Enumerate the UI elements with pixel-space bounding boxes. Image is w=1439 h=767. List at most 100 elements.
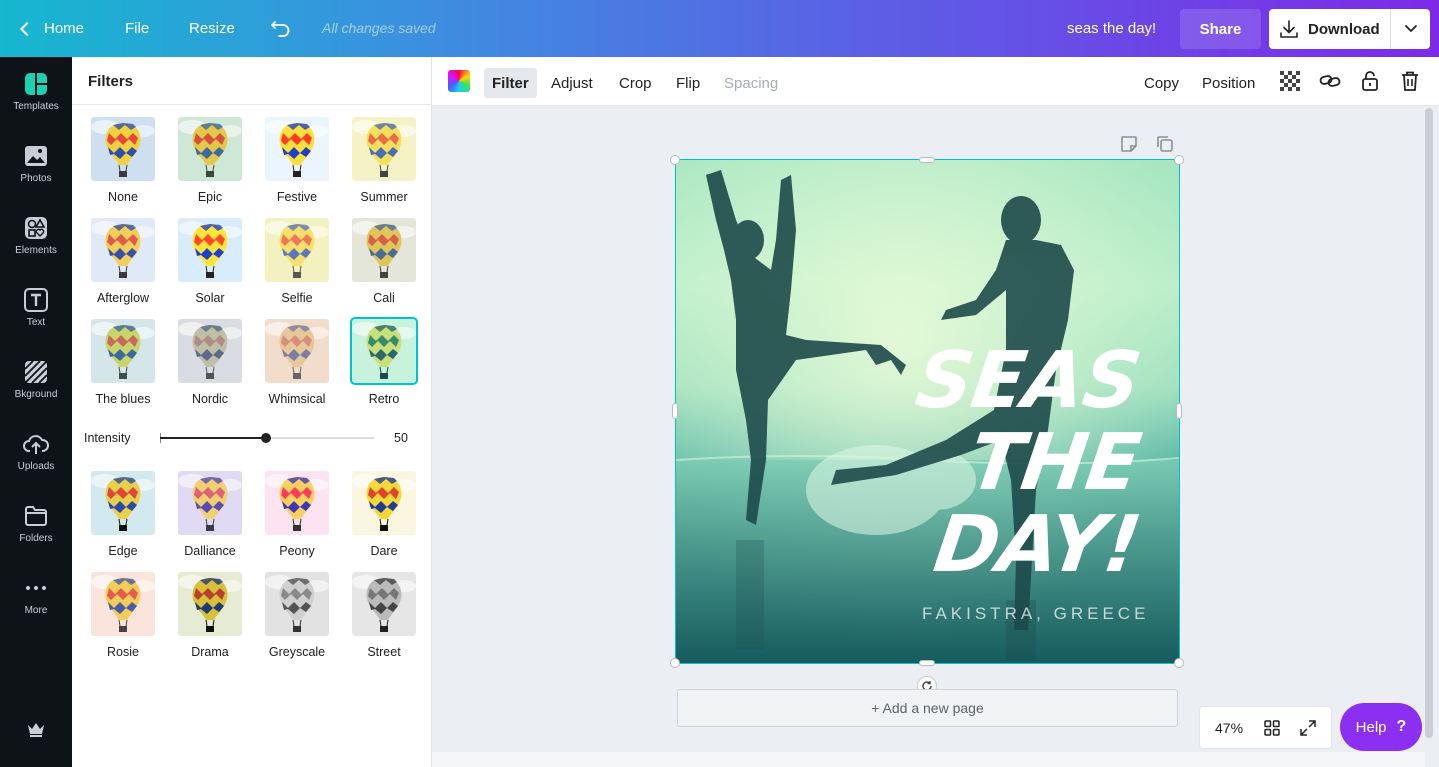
resize-handle-br[interactable]	[1174, 658, 1184, 668]
resize-handle-bottom[interactable]	[919, 660, 935, 666]
resize-handle-left[interactable]	[672, 403, 678, 419]
link-icon[interactable]	[1319, 70, 1341, 92]
lock-icon[interactable]	[1359, 70, 1381, 92]
filter-thumbnail[interactable]	[178, 117, 242, 181]
filter-option-edge[interactable]: Edge	[88, 471, 158, 558]
slider-knob[interactable]	[261, 433, 271, 443]
filter-thumbnail[interactable]	[91, 471, 155, 535]
filter-option-summer[interactable]: Summer	[349, 117, 419, 204]
filter-option-whimsical[interactable]: Whimsical	[262, 319, 332, 406]
resize-handle-tr[interactable]	[1174, 155, 1184, 165]
filter-option-nordic[interactable]: Nordic	[175, 319, 245, 406]
share-button[interactable]: Share	[1180, 9, 1261, 49]
copy-button[interactable]: Copy	[1136, 68, 1187, 98]
filter-thumbnail[interactable]	[178, 319, 242, 383]
crop-button[interactable]: Crop	[611, 68, 660, 98]
balloon-icon	[91, 120, 155, 177]
filter-label: Nordic	[191, 392, 229, 406]
filter-option-drama[interactable]: Drama	[175, 572, 245, 659]
rail-label-background: Bkground	[14, 389, 58, 400]
fullscreen-icon[interactable]	[1299, 719, 1317, 737]
vertical-scrollbar[interactable]	[1425, 108, 1433, 738]
filter-option-retro[interactable]: Retro	[349, 317, 419, 406]
help-button[interactable]: Help ?	[1340, 703, 1422, 751]
filter-option-the-blues[interactable]: The blues	[88, 319, 158, 406]
filter-thumbnail[interactable]	[91, 319, 155, 383]
filter-thumbnail[interactable]	[91, 218, 155, 282]
filter-thumbnail[interactable]	[352, 218, 416, 282]
resize-handle-tl[interactable]	[670, 155, 680, 165]
trash-icon[interactable]	[1399, 70, 1421, 92]
balloon-icon	[178, 221, 242, 278]
download-options-button[interactable]	[1391, 9, 1430, 49]
filter-option-festive[interactable]: Festive	[262, 117, 332, 204]
filter-thumbnail[interactable]	[265, 319, 329, 383]
crown-icon[interactable]	[26, 721, 46, 742]
filter-option-rosie[interactable]: Rosie	[88, 572, 158, 659]
rail-item-uploads[interactable]: Uploads	[0, 431, 72, 472]
horizontal-scrollbar-track	[432, 752, 1425, 767]
filter-option-solar[interactable]: Solar	[175, 218, 245, 305]
intensity-slider[interactable]	[160, 433, 374, 443]
flip-button[interactable]: Flip	[668, 68, 708, 98]
color-swatch-icon[interactable]	[448, 70, 470, 92]
filter-option-greyscale[interactable]: Greyscale	[262, 572, 332, 659]
grid-view-icon[interactable]	[1263, 719, 1281, 737]
filter-option-epic[interactable]: Epic	[175, 117, 245, 204]
balloon-icon	[265, 474, 329, 531]
filter-thumbnail[interactable]	[352, 572, 416, 636]
filter-thumbnail[interactable]	[265, 117, 329, 181]
filter-option-dare[interactable]: Dare	[349, 471, 419, 558]
add-page-button[interactable]: + Add a new page	[677, 689, 1178, 727]
page-note-icon[interactable]	[1119, 134, 1139, 154]
rail-item-text[interactable]: Text	[0, 287, 72, 328]
resize-handle-top[interactable]	[919, 157, 935, 163]
home-button[interactable]: Home	[19, 20, 84, 37]
adjust-button[interactable]: Adjust	[543, 68, 601, 98]
rail-item-more[interactable]: More	[0, 575, 72, 616]
duplicate-page-icon[interactable]	[1155, 134, 1175, 154]
filter-thumbnail[interactable]	[265, 218, 329, 282]
undo-icon[interactable]	[270, 18, 292, 38]
rail-item-elements[interactable]: Elements	[0, 215, 72, 256]
filter-thumbnail[interactable]	[178, 471, 242, 535]
filter-option-peony[interactable]: Peony	[262, 471, 332, 558]
filter-thumbnail[interactable]	[352, 471, 416, 535]
filter-thumbnail[interactable]	[178, 572, 242, 636]
filter-option-selfie[interactable]: Selfie	[262, 218, 332, 305]
filter-thumbnail[interactable]	[91, 572, 155, 636]
filter-label: Rosie	[107, 645, 139, 659]
filter-thumbnail[interactable]	[265, 471, 329, 535]
rail-item-background[interactable]: Bkground	[0, 359, 72, 400]
rail-item-photos[interactable]: Photos	[0, 143, 72, 184]
chevron-left-icon	[19, 21, 35, 36]
filter-option-cali[interactable]: Cali	[349, 218, 419, 305]
filter-thumbnail[interactable]	[178, 218, 242, 282]
balloon-icon	[178, 474, 242, 531]
transparency-icon[interactable]	[1279, 70, 1301, 92]
rail-item-templates[interactable]: Templates	[0, 71, 72, 112]
filter-thumbnail[interactable]	[350, 317, 418, 385]
background-icon	[23, 359, 49, 385]
folders-icon	[23, 503, 49, 529]
resize-button[interactable]: Resize	[189, 20, 235, 37]
top-bar: Home File Resize All changes saved seas …	[0, 0, 1439, 57]
save-status: All changes saved	[322, 20, 436, 36]
filter-option-none[interactable]: None	[88, 117, 158, 204]
resize-handle-bl[interactable]	[670, 658, 680, 668]
document-title[interactable]: seas the day!	[1067, 20, 1156, 37]
download-button[interactable]: Download	[1269, 9, 1390, 49]
filter-thumbnail[interactable]	[91, 117, 155, 181]
filter-thumbnail[interactable]	[265, 572, 329, 636]
filter-thumbnail[interactable]	[352, 117, 416, 181]
filter-button[interactable]: Filter	[484, 68, 537, 98]
filter-option-street[interactable]: Street	[349, 572, 419, 659]
filter-option-afterglow[interactable]: Afterglow	[88, 218, 158, 305]
position-button[interactable]: Position	[1194, 68, 1263, 98]
rail-item-folders[interactable]: Folders	[0, 503, 72, 544]
zoom-level[interactable]: 47%	[1215, 720, 1243, 736]
balloon-icon	[265, 575, 329, 632]
file-menu-button[interactable]: File	[125, 20, 149, 37]
resize-handle-right[interactable]	[1176, 403, 1182, 419]
filter-option-dalliance[interactable]: Dalliance	[175, 471, 245, 558]
